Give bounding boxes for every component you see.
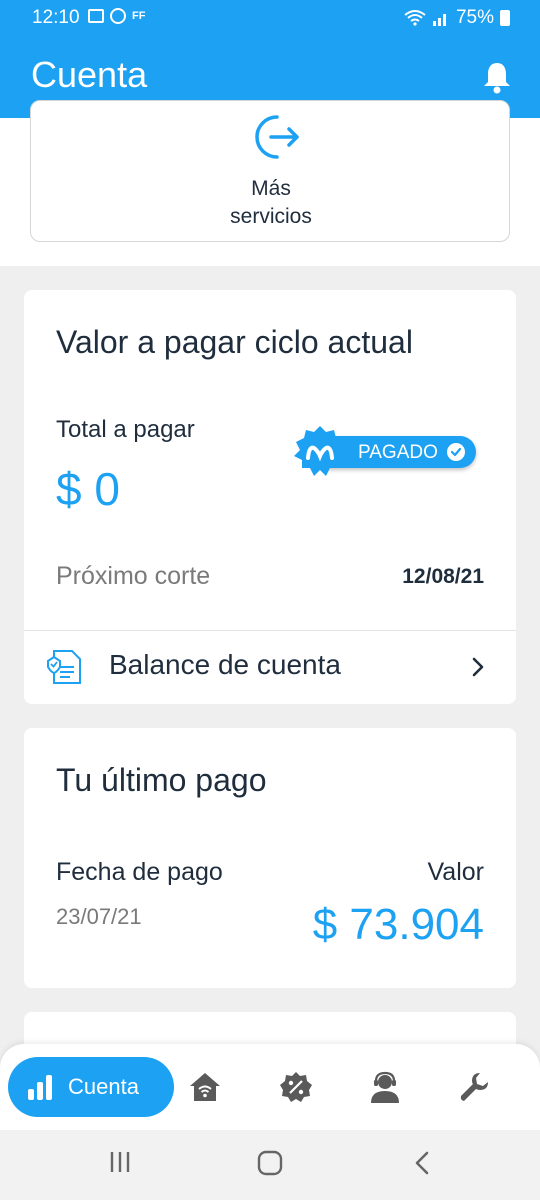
bottom-nav: Cuenta xyxy=(0,1044,540,1130)
whatsapp-icon xyxy=(110,8,126,24)
more-services-card[interactable]: Más servicios xyxy=(30,100,510,242)
check-icon xyxy=(447,443,465,461)
total-label: Total a pagar xyxy=(56,416,195,443)
bell-icon[interactable] xyxy=(482,60,512,94)
movistar-logo-icon xyxy=(294,426,346,476)
support-agent-icon[interactable] xyxy=(368,1070,402,1104)
home-wifi-icon[interactable] xyxy=(188,1070,222,1104)
payment-date-label: Fecha de pago xyxy=(56,858,223,886)
wrench-icon[interactable] xyxy=(458,1070,492,1104)
recent-apps-icon[interactable] xyxy=(108,1150,132,1174)
current-cycle-title: Valor a pagar ciclo actual xyxy=(56,324,413,360)
page-title: Cuenta xyxy=(31,54,148,95)
nav-item-cuenta-label: Cuenta xyxy=(68,1074,139,1099)
back-icon[interactable] xyxy=(412,1150,432,1176)
signal-icon xyxy=(432,14,446,26)
status-badge: PAGADO xyxy=(292,424,480,480)
payment-value-label: Valor xyxy=(427,858,484,886)
current-cycle-card: Valor a pagar ciclo actual Total a pagar… xyxy=(24,290,516,704)
gallery-icon xyxy=(88,9,104,23)
last-payment-card: Tu último pago Fecha de pago 23/07/21 Va… xyxy=(24,728,516,988)
balance-link[interactable]: Balance de cuenta xyxy=(24,631,516,703)
status-bar: 12:10 FF 75% xyxy=(0,0,540,34)
home-icon[interactable] xyxy=(257,1150,283,1176)
chart-icon xyxy=(28,1075,52,1100)
more-services-label: Más servicios xyxy=(230,177,312,228)
next-cut-label: Próximo corte xyxy=(56,562,211,590)
system-nav-bar xyxy=(0,1130,540,1200)
status-time: 12:10 xyxy=(32,7,80,28)
payment-value-amount: $ 73.904 xyxy=(312,900,484,949)
chevron-right-icon xyxy=(472,657,484,677)
status-badge-label: PAGADO xyxy=(358,442,438,463)
discount-icon[interactable] xyxy=(279,1070,313,1104)
total-amount: $ 0 xyxy=(56,463,120,515)
payment-date-value: 23/07/21 xyxy=(56,904,142,929)
document-check-icon xyxy=(47,650,81,684)
exit-arrow-icon xyxy=(255,115,299,159)
next-cut-date: 12/08/21 xyxy=(402,565,484,588)
wifi-icon xyxy=(404,10,426,26)
services-section: Más servicios xyxy=(0,100,540,266)
nav-item-cuenta[interactable]: Cuenta xyxy=(8,1057,174,1117)
ff-icon: FF xyxy=(132,10,146,22)
last-payment-title: Tu último pago xyxy=(56,762,267,798)
balance-link-label: Balance de cuenta xyxy=(109,649,341,680)
battery-icon xyxy=(500,10,510,26)
battery-percent: 75% xyxy=(455,7,494,28)
